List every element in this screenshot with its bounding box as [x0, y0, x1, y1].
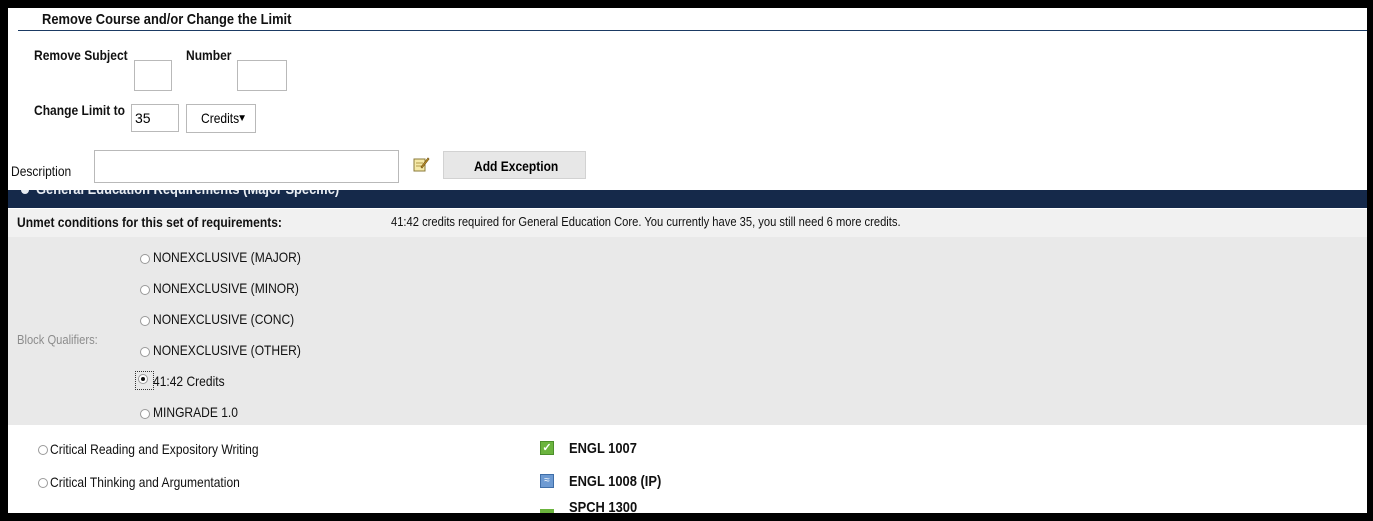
add-exception-label: Add Exception	[474, 158, 559, 174]
qualifier-label: NONEXCLUSIVE (OTHER)	[153, 342, 301, 358]
form-title: Remove Course and/or Change the Limit	[42, 11, 292, 28]
description-input[interactable]	[94, 150, 399, 183]
complete-check-icon: ✓	[540, 441, 554, 455]
chevron-down-icon: ▼	[237, 113, 247, 124]
exception-panel: Remove Course and/or Change the Limit Re…	[8, 8, 1367, 513]
add-exception-button[interactable]: Add Exception	[443, 151, 586, 179]
requirement-radio[interactable]	[38, 478, 48, 488]
in-progress-icon: ≈	[540, 474, 554, 488]
qualifier-label: NONEXCLUSIVE (CONC)	[153, 311, 295, 327]
edit-note-icon[interactable]	[412, 155, 430, 173]
remove-subject-input[interactable]	[134, 60, 172, 91]
number-label: Number	[186, 47, 232, 63]
block-qualifiers-label: Block Qualifiers:	[17, 332, 98, 347]
course-code: ENGL 1007	[569, 440, 637, 457]
collapse-icon[interactable]	[21, 190, 29, 194]
qualifier-radio-selected[interactable]	[138, 374, 148, 384]
qualifier-radio[interactable]	[140, 409, 150, 419]
qualifier-label: 41:42 Credits	[153, 373, 225, 389]
qualifier-label: NONEXCLUSIVE (MINOR)	[153, 280, 299, 296]
description-label: Description	[11, 163, 72, 179]
qualifier-label: MINGRADE 1.0	[153, 404, 238, 420]
limit-unit-value: Credits	[201, 110, 240, 126]
qualifier-radio[interactable]	[140, 254, 150, 264]
change-limit-label: Change Limit to	[34, 102, 125, 118]
block-header-title: General Education Requirements (Major Sp…	[36, 190, 339, 198]
requirements-list: Critical Reading and Expository Writing …	[8, 425, 1367, 513]
requirement-label: Critical Reading and Expository Writing	[50, 441, 259, 457]
requirement-radio[interactable]	[38, 445, 48, 455]
requirement-label: Critical Thinking and Argumentation	[50, 474, 240, 490]
change-limit-input[interactable]	[131, 104, 179, 132]
limit-unit-select[interactable]: Credits ▼	[186, 104, 256, 133]
unmet-message: 41:42 credits required for General Educa…	[391, 214, 901, 229]
qualifier-label: NONEXCLUSIVE (MAJOR)	[153, 249, 301, 265]
unmet-label: Unmet conditions for this set of require…	[17, 214, 282, 230]
complete-check-icon	[540, 509, 554, 513]
number-input[interactable]	[237, 60, 287, 91]
course-code: SPCH 1300	[569, 499, 638, 513]
qualifier-radio[interactable]	[140, 347, 150, 357]
unmet-conditions-row: Unmet conditions for this set of require…	[8, 209, 1367, 238]
qualifier-radio[interactable]	[140, 316, 150, 326]
block-header[interactable]: General Education Requirements (Major Sp…	[8, 190, 1367, 208]
remove-subject-label: Remove Subject	[34, 47, 128, 63]
qualifier-radio[interactable]	[140, 285, 150, 295]
course-code: ENGL 1008 (IP)	[569, 473, 662, 490]
block-qualifiers-area: Block Qualifiers: NONEXCLUSIVE (MAJOR) N…	[8, 237, 1367, 425]
form-title-bar: Remove Course and/or Change the Limit	[18, 10, 1367, 31]
